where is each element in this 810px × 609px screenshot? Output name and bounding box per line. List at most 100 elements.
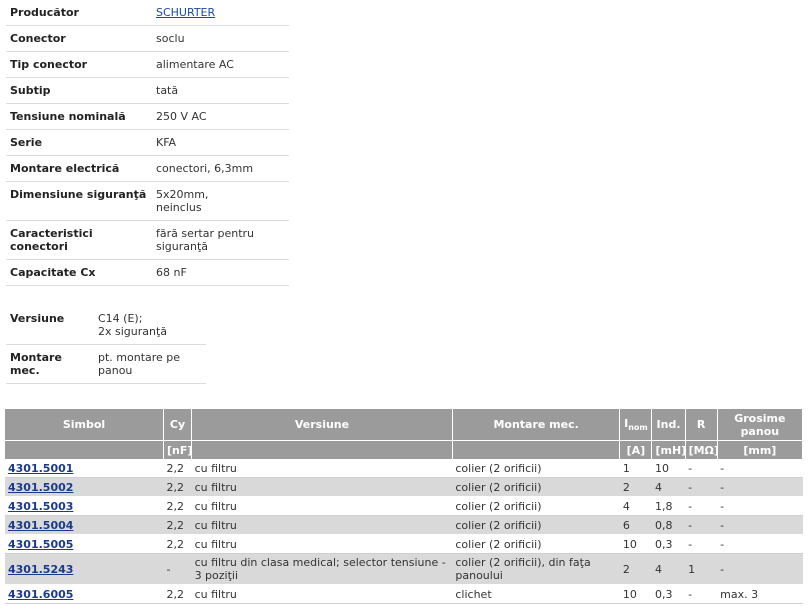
cell-versiune: cu filtru	[191, 584, 453, 604]
spec-row: Capacitate Cx 68 nF	[6, 260, 289, 286]
cell-r: 1	[685, 553, 718, 585]
unit-cy: [nF]	[163, 440, 192, 459]
product-link[interactable]: 4301.5003	[8, 500, 73, 513]
cell-versiune: cu filtru	[191, 477, 453, 497]
cell-ind: 10	[651, 459, 686, 478]
unit-ind: [mH]	[651, 440, 686, 459]
spec-value: pt. montare pe panou	[98, 351, 181, 377]
header-versiune: Versiune	[191, 409, 453, 441]
cell-grosime: max. 3	[717, 584, 803, 604]
cell-montare: clichet	[452, 584, 620, 604]
spec-value: C14 (E); 2x siguranţă	[98, 312, 168, 338]
cell-simbol: 4301.5243	[5, 553, 164, 585]
cell-versiune: cu filtru	[191, 459, 453, 478]
cell-versiune: cu filtru	[191, 515, 453, 535]
spec-label: Caracteristici conectori	[10, 227, 93, 253]
spec-row: Montare mec. pt. montare pe panou	[6, 345, 206, 384]
spec-label: Dimensiune siguranţă	[10, 188, 147, 201]
product-link[interactable]: 4301.5004	[8, 519, 73, 532]
cell-ind: 0,3	[651, 584, 686, 604]
spec-label: Versiune	[10, 312, 65, 325]
cell-cy: 2,2	[163, 496, 192, 516]
cell-ind: 0,3	[651, 534, 686, 554]
cell-grosime: -	[717, 515, 803, 535]
manufacturer-link[interactable]: SCHURTER	[156, 6, 215, 19]
cell-cy: 2,2	[163, 534, 192, 554]
cell-inom: 10	[619, 584, 652, 604]
cell-simbol: 4301.5005	[5, 534, 164, 554]
spec-value: SCHURTER	[152, 0, 289, 25]
spec-label: Tensiune nominală	[10, 110, 126, 123]
table-row: 4301.5004 2,2 cu filtru colier (2 orificii)…	[5, 515, 803, 535]
product-link[interactable]: 4301.5001	[8, 462, 73, 475]
variant-table: Versiune C14 (E); 2x siguranţă Montare mec…	[6, 306, 206, 384]
cell-ind: 1,8	[651, 496, 686, 516]
cell-inom: 2	[619, 553, 652, 585]
cell-inom: 4	[619, 496, 652, 516]
table-row: 4301.5243 - cu filtru din clasa medical; s…	[5, 553, 803, 585]
cell-r: -	[685, 515, 718, 535]
cell-versiune: cu filtru	[191, 496, 453, 516]
cell-montare: colier (2 orificii)	[452, 459, 620, 478]
spec-row: Montare electrică conectori, 6,3mm	[6, 156, 289, 182]
table-row: 4301.5001 2,2 cu filtru colier (2 orificii)…	[5, 459, 803, 478]
spec-label: Montare electrică	[10, 162, 120, 175]
spec-row: Subtip tată	[6, 78, 289, 104]
unit-versiune	[191, 440, 453, 459]
spec-label: Subtip	[10, 84, 51, 97]
spec-value: soclu	[156, 32, 185, 45]
spec-row: Producător SCHURTER	[6, 0, 289, 26]
unit-r: [MΩ]	[685, 440, 719, 459]
cell-inom: 1	[619, 459, 652, 478]
cell-montare: colier (2 orificii), din faţa panoului	[452, 553, 620, 585]
header-montare: Montare mec.	[452, 409, 621, 441]
cell-grosime: -	[717, 477, 803, 497]
spec-row: Dimensiune siguranţă 5x20mm, neinclus	[6, 182, 289, 221]
spec-row: Tip conector alimentare AC	[6, 52, 289, 78]
spec-row: Tensiune nominală 250 V AC	[6, 104, 289, 130]
spec-value: 250 V AC	[156, 110, 207, 123]
cell-ind: 4	[651, 477, 686, 497]
cell-cy: 2,2	[163, 584, 192, 604]
spec-row: Versiune C14 (E); 2x siguranţă	[6, 306, 206, 345]
unit-inom: [A]	[619, 440, 653, 459]
cell-ind: 4	[651, 553, 686, 585]
cell-cy: -	[163, 553, 192, 585]
cell-ind: 0,8	[651, 515, 686, 535]
specs-table: Producător SCHURTER Conector soclu Tip conec…	[6, 0, 289, 286]
spec-row: Serie KFA	[6, 130, 289, 156]
unit-grosime: [mm]	[717, 440, 804, 459]
header-simbol: Simbol	[5, 409, 164, 441]
unit-montare	[452, 440, 621, 459]
table-row: 4301.5005 2,2 cu filtru colier (2 orificii)…	[5, 534, 803, 554]
header-cy: Cy	[163, 409, 193, 441]
cell-montare: colier (2 orificii)	[452, 534, 620, 554]
spec-value: 68 nF	[156, 266, 187, 279]
table-row: 4301.6005 2,2 cu filtru clichet 10 0,3- max. 3	[5, 584, 803, 604]
spec-label: Montare mec.	[10, 351, 62, 377]
product-link[interactable]: 4301.6005	[8, 588, 73, 601]
spec-value: alimentare AC	[156, 58, 234, 71]
spec-value: fără sertar pentru siguranţă	[156, 227, 254, 253]
cell-grosime: -	[717, 496, 803, 516]
cell-versiune: cu filtru din clasa medical; selector te…	[191, 553, 453, 585]
cell-simbol: 4301.5003	[5, 496, 164, 516]
products-table: Simbol Cy Versiune Montare mec. Inom Ind…	[5, 409, 804, 604]
cell-r: -	[685, 477, 718, 497]
spec-row: Conector soclu	[6, 26, 289, 52]
product-link[interactable]: 4301.5005	[8, 538, 73, 551]
product-link[interactable]: 4301.5002	[8, 481, 73, 494]
spec-label: Tip conector	[10, 58, 88, 71]
cell-r: -	[685, 534, 718, 554]
cell-inom: 2	[619, 477, 652, 497]
cell-cy: 2,2	[163, 459, 192, 478]
cell-simbol: 4301.5004	[5, 515, 164, 535]
cell-montare: colier (2 orificii)	[452, 515, 620, 535]
spec-row: Caracteristici conectori fără sertar pent…	[6, 221, 289, 260]
cell-inom: 10	[619, 534, 652, 554]
header-inom: Inom	[619, 409, 653, 441]
header-r: R	[685, 409, 718, 441]
product-link[interactable]: 4301.5243	[8, 563, 73, 576]
cell-simbol: 4301.5002	[5, 477, 164, 497]
cell-inom: 6	[619, 515, 652, 535]
